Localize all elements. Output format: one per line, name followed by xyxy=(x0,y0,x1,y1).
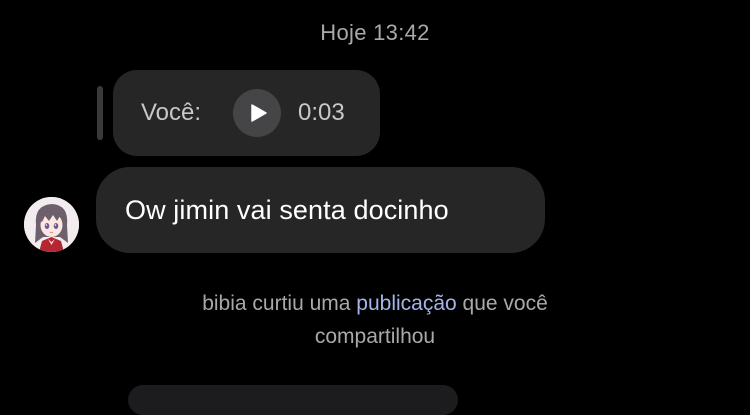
message-timestamp: Hoje 13:42 xyxy=(320,20,430,45)
avatar[interactable] xyxy=(24,197,79,252)
activity-suffix: que você xyxy=(462,292,548,315)
next-message-bubble-edge xyxy=(128,385,458,415)
voice-message-bubble[interactable]: Você: 0:03 xyxy=(113,70,380,156)
message-text: Ow jimin vai senta docinho xyxy=(125,194,449,225)
voice-sender-label: Você: xyxy=(141,99,202,126)
incoming-message-bubble[interactable]: Ow jimin vai senta docinho xyxy=(96,167,545,253)
play-button[interactable] xyxy=(233,89,281,137)
activity-prefix: bibia curtiu uma xyxy=(202,292,351,315)
publication-link[interactable]: publicação xyxy=(356,292,456,315)
activity-notice: bibia curtiu uma publicação que você com… xyxy=(0,287,750,353)
voice-duration: 0:03 xyxy=(298,99,345,126)
reply-indicator-bar xyxy=(97,86,103,140)
play-icon xyxy=(250,104,267,122)
activity-line2: compartilhou xyxy=(314,325,436,348)
anime-avatar-icon xyxy=(24,197,79,252)
